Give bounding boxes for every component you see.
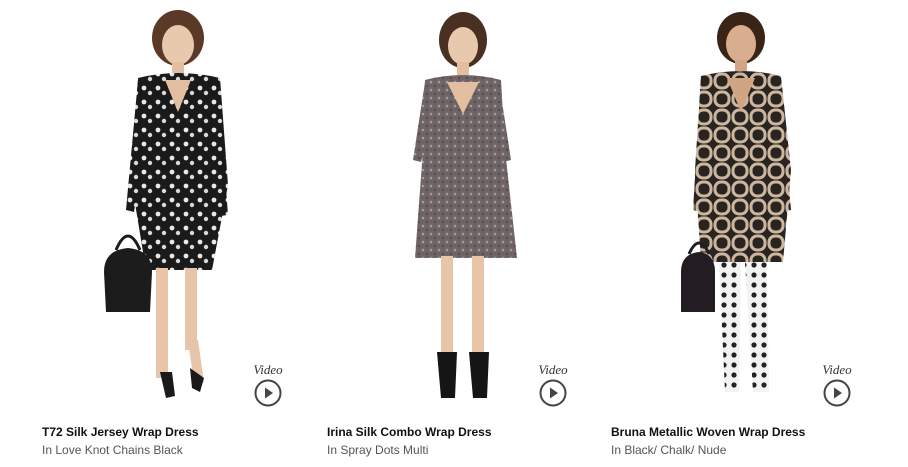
video-label: Video bbox=[822, 362, 852, 377]
video-button[interactable]: Video bbox=[817, 363, 857, 407]
play-icon bbox=[539, 379, 567, 407]
product-image-model-black-white-wrap-dress[interactable] bbox=[0, 0, 284, 405]
product-card: Video Bruna Metallic Woven Wrap Dress In… bbox=[569, 0, 853, 467]
play-icon bbox=[823, 379, 851, 407]
product-color: In Black/ Chalk/ Nude bbox=[611, 443, 727, 457]
video-label: Video bbox=[253, 362, 283, 377]
product-color: In Love Knot Chains Black bbox=[42, 443, 183, 457]
video-button[interactable]: Video bbox=[248, 363, 288, 407]
video-label: Video bbox=[538, 362, 568, 377]
product-name[interactable]: Irina Silk Combo Wrap Dress bbox=[327, 425, 492, 439]
play-icon bbox=[254, 379, 282, 407]
product-image-model-geometric-wrap-dress-pants[interactable] bbox=[569, 0, 853, 405]
product-image-model-spray-dots-wrap-dress[interactable] bbox=[285, 0, 569, 405]
product-name[interactable]: Bruna Metallic Woven Wrap Dress bbox=[611, 425, 805, 439]
video-button[interactable]: Video bbox=[533, 363, 573, 407]
product-card: Video T72 Silk Jersey Wrap Dress In Love… bbox=[0, 0, 284, 467]
product-name[interactable]: T72 Silk Jersey Wrap Dress bbox=[42, 425, 199, 439]
product-grid: Video T72 Silk Jersey Wrap Dress In Love… bbox=[0, 0, 908, 467]
product-color: In Spray Dots Multi bbox=[327, 443, 429, 457]
product-card: Video Irina Silk Combo Wrap Dress In Spr… bbox=[285, 0, 569, 467]
